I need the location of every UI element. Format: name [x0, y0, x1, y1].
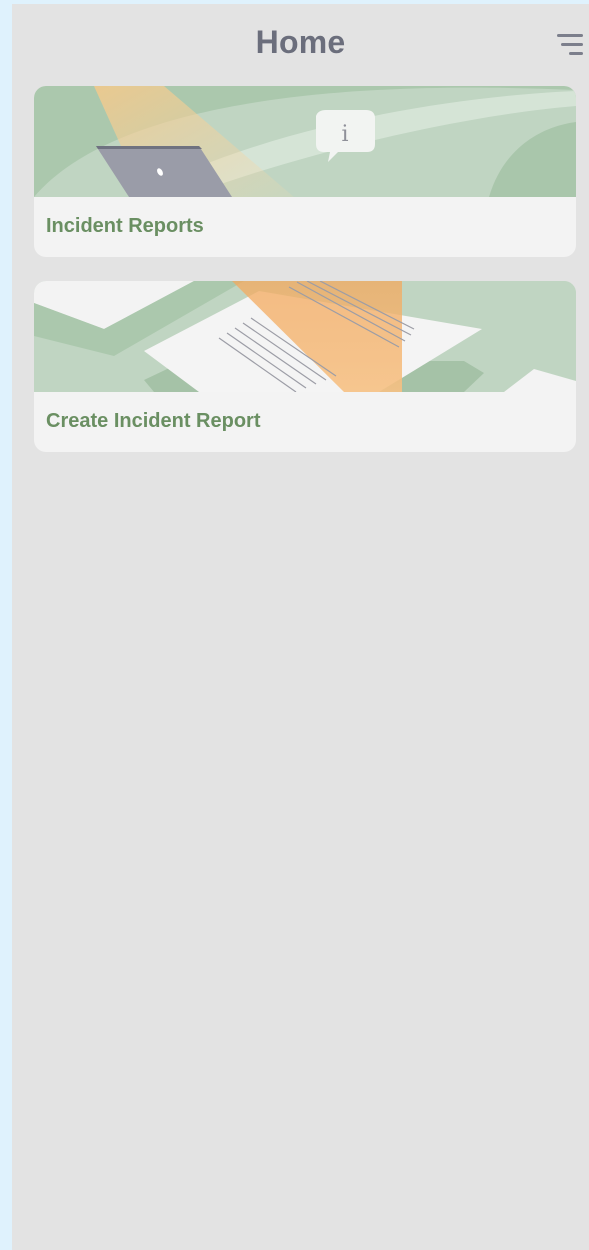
hamburger-menu-icon — [557, 34, 583, 55]
create-incident-report-card[interactable]: Create Incident Report — [34, 281, 576, 452]
incident-reports-card[interactable]: i Incident Reports — [34, 86, 576, 257]
document-illustration — [34, 281, 576, 392]
menu-button[interactable] — [553, 30, 589, 64]
svg-text:i: i — [341, 122, 348, 147]
laptop-info-illustration: i — [34, 86, 576, 197]
page-title: Home — [255, 24, 346, 60]
app-screen: Home i Incident Reports Create Incident … — [12, 4, 589, 1250]
app-header: Home — [12, 4, 589, 86]
card-label: Incident Reports — [46, 215, 204, 237]
card-label: Create Incident Report — [46, 410, 261, 432]
